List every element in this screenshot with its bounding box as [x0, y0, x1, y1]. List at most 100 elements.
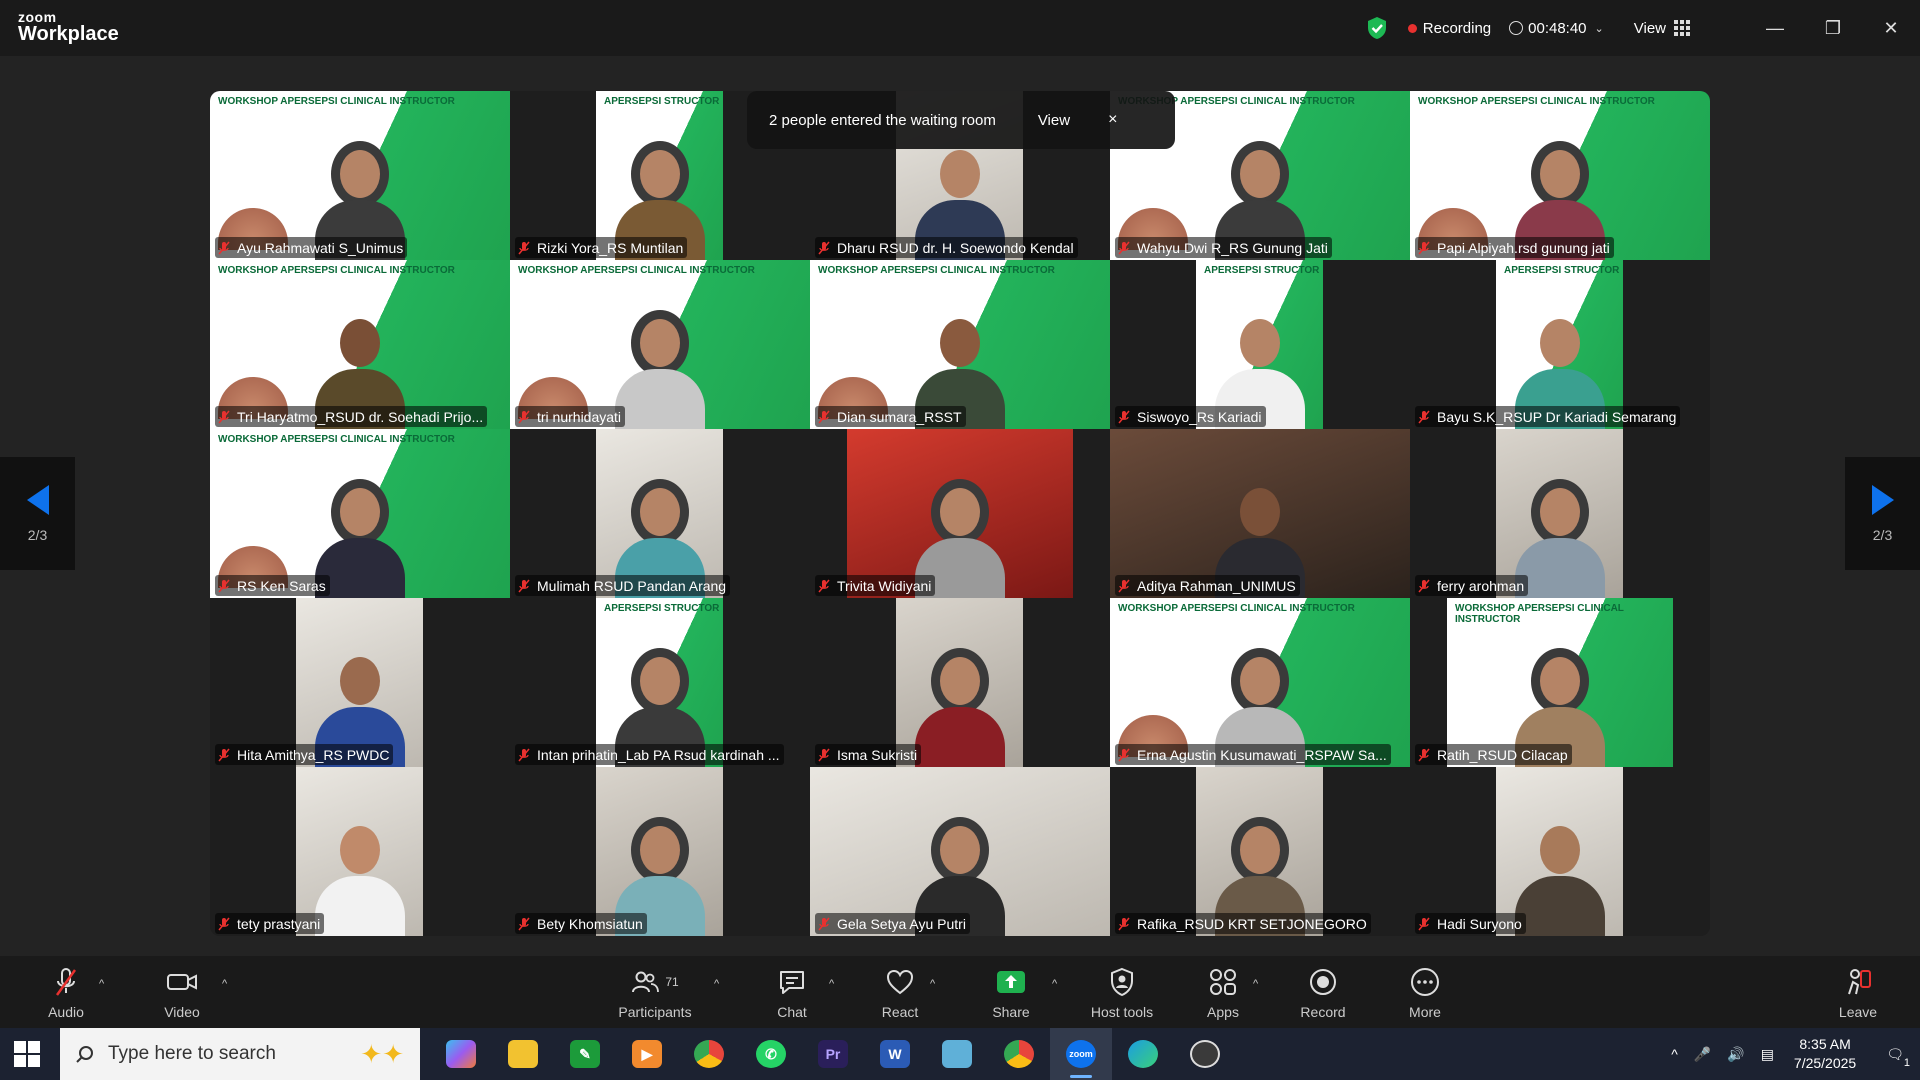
video-feed: APERSEPSI STRUCTOR [596, 91, 723, 260]
participant-tile[interactable]: WORKSHOP APERSEPSI CLINICAL INSTRUCTOR P… [1410, 91, 1710, 260]
meeting-timer[interactable]: 00:48:40 [1528, 20, 1586, 37]
mic-muted-icon [55, 968, 77, 996]
file-explorer-icon[interactable] [492, 1028, 554, 1080]
next-page-button[interactable]: 2/3 [1845, 457, 1920, 570]
participant-tile[interactable]: Hadi Suryono [1410, 767, 1710, 936]
zoom-icon[interactable]: zoom [1050, 1028, 1112, 1080]
participant-tile[interactable]: Trivita Widiyani [810, 429, 1110, 598]
participant-tile[interactable]: tety prastyani [210, 767, 510, 936]
react-options-caret-icon[interactable]: ^ [930, 978, 935, 990]
chevron-down-icon[interactable]: ⌄ [1595, 22, 1604, 35]
react-button[interactable]: React [860, 966, 940, 1020]
participant-tile[interactable]: Rafika_RSUD KRT SETJONEGORO [1110, 767, 1410, 936]
show-hidden-icons-icon[interactable]: ^ [1671, 1046, 1678, 1062]
more-icon [1411, 968, 1439, 996]
chat-button[interactable]: Chat [752, 966, 832, 1020]
close-window-button[interactable]: ✕ [1862, 0, 1920, 56]
previous-page-button[interactable]: 2/3 [0, 457, 75, 570]
host-tools-label: Host tools [1090, 1004, 1154, 1020]
obs-icon[interactable] [1174, 1028, 1236, 1080]
taskbar-search-box[interactable]: Type here to search ✦✦ [60, 1028, 420, 1080]
participant-name: Trivita Widiyani [815, 575, 936, 596]
notepad-icon[interactable] [926, 1028, 988, 1080]
slide-title: APERSEPSI STRUCTOR [1204, 265, 1320, 276]
participant-name-text: Papi Alpiyah.rsd gunung jati [1437, 239, 1610, 256]
host-tools-button[interactable]: Host tools [1082, 966, 1162, 1020]
windows-start-icon[interactable] [14, 1041, 40, 1067]
video-feed [847, 429, 1073, 598]
notifications-icon[interactable]: 🗨 1 [1886, 1046, 1910, 1069]
participant-tile[interactable]: APERSEPSI STRUCTOR Intan prihatin_Lab PA… [510, 598, 810, 767]
video-options-caret-icon[interactable]: ^ [222, 978, 227, 990]
participant-tile[interactable]: Hita Amithya_RS PWDC [210, 598, 510, 767]
share-options-caret-icon[interactable]: ^ [1052, 978, 1057, 990]
chrome-icon[interactable] [678, 1028, 740, 1080]
apps-button[interactable]: Apps [1183, 966, 1263, 1020]
mic-muted-icon [518, 917, 530, 930]
shield-icon [1111, 967, 1133, 997]
participant-tile[interactable]: WORKSHOP APERSEPSI CLINICAL INSTRUCTOR E… [1110, 598, 1410, 767]
spreadsheet-app-icon[interactable]: ✎ [554, 1028, 616, 1080]
whatsapp-icon[interactable]: ✆ [740, 1028, 802, 1080]
video-button[interactable]: Video [142, 966, 222, 1020]
video-feed: APERSEPSI STRUCTOR [596, 598, 723, 767]
apps-options-caret-icon[interactable]: ^ [1253, 978, 1258, 990]
participant-tile[interactable]: Aditya Rahman_UNIMUS [1110, 429, 1410, 598]
record-button[interactable]: Record [1283, 966, 1363, 1020]
media-player-icon[interactable]: ▶ [616, 1028, 678, 1080]
participant-tile[interactable]: Isma Sukristi [810, 598, 1110, 767]
participant-tile[interactable]: Gela Setya Ayu Putri [810, 767, 1110, 936]
taskbar-clock[interactable]: 8:35 AM 7/25/2025 [1794, 1035, 1856, 1073]
audio-options-caret-icon[interactable]: ^ [99, 978, 104, 990]
word-icon[interactable]: W [864, 1028, 926, 1080]
apps-icon [1210, 969, 1236, 995]
participant-tile[interactable]: WORKSHOP APERSEPSI CLINICAL INSTRUCTOR R… [210, 429, 510, 598]
mic-muted-icon [218, 917, 230, 930]
gallery-grid-icon[interactable] [1674, 20, 1690, 36]
participants-button[interactable]: 71 Participants [615, 966, 695, 1020]
notification-view-button[interactable]: View [1038, 112, 1070, 129]
participant-tile[interactable]: ferry arohman [1410, 429, 1710, 598]
slide-title: WORKSHOP APERSEPSI CLINICAL INSTRUCTOR [218, 434, 455, 445]
share-button[interactable]: Share [971, 966, 1051, 1020]
participant-tile[interactable]: APERSEPSI STRUCTOR Bayu S.K_RSUP Dr Kari… [1410, 260, 1710, 429]
microphone-icon[interactable]: 🎤 [1694, 1046, 1711, 1063]
edge-icon[interactable] [1112, 1028, 1174, 1080]
participant-name: RS Ken Saras [215, 575, 330, 596]
slide-title: WORKSHOP APERSEPSI CLINICAL INSTRUCTOR [1455, 603, 1624, 625]
participant-name-text: tri nurhidayati [537, 408, 622, 425]
participant-tile[interactable]: WORKSHOP APERSEPSI CLINICAL INSTRUCTOR R… [1410, 598, 1710, 767]
participant-name: Gela Setya Ayu Putri [815, 913, 970, 934]
notification-close-button[interactable]: × [1108, 111, 1117, 129]
participant-tile[interactable]: WORKSHOP APERSEPSI CLINICAL INSTRUCTOR A… [210, 91, 510, 260]
participant-tile[interactable]: WORKSHOP APERSEPSI CLINICAL INSTRUCTOR t… [510, 260, 810, 429]
mic-muted-icon [1118, 579, 1130, 592]
network-icon[interactable]: ▤ [1761, 1046, 1774, 1063]
chrome-profile-icon[interactable] [988, 1028, 1050, 1080]
more-button[interactable]: More [1385, 966, 1465, 1020]
leave-icon [1848, 969, 1871, 995]
windows-taskbar: Type here to search ✦✦ ✎ ▶ ✆ Pr W zoom ^… [0, 1028, 1920, 1080]
participant-name-text: Bayu S.K_RSUP Dr Kariadi Semarang [1437, 408, 1677, 425]
participants-options-caret-icon[interactable]: ^ [714, 978, 719, 990]
participant-tile[interactable]: Mulimah RSUD Pandan Arang [510, 429, 810, 598]
mic-muted-icon [518, 748, 530, 761]
copilot-icon[interactable] [430, 1028, 492, 1080]
speaker-icon[interactable]: 🔊 [1727, 1046, 1744, 1063]
participant-tile[interactable]: APERSEPSI STRUCTOR Siswoyo_Rs Kariadi [1110, 260, 1410, 429]
chat-options-caret-icon[interactable]: ^ [829, 978, 834, 990]
participant-tile[interactable]: WORKSHOP APERSEPSI CLINICAL INSTRUCTOR D… [810, 260, 1110, 429]
minimize-button[interactable]: — [1746, 0, 1804, 56]
view-menu-button[interactable]: View [1634, 20, 1666, 37]
participant-name-text: ferry arohman [1437, 577, 1525, 594]
audio-button[interactable]: Audio [26, 966, 106, 1020]
mic-muted-icon [1418, 241, 1430, 254]
participant-tile[interactable]: WORKSHOP APERSEPSI CLINICAL INSTRUCTOR T… [210, 260, 510, 429]
recording-label[interactable]: Recording [1423, 20, 1491, 37]
leave-button[interactable]: Leave [1818, 966, 1898, 1020]
premiere-icon[interactable]: Pr [802, 1028, 864, 1080]
restore-button[interactable]: ❐ [1804, 0, 1862, 56]
encryption-shield-icon[interactable] [1366, 16, 1388, 40]
participant-tile[interactable]: Bety Khomsiatun [510, 767, 810, 936]
participant-name: Bety Khomsiatun [515, 913, 647, 934]
